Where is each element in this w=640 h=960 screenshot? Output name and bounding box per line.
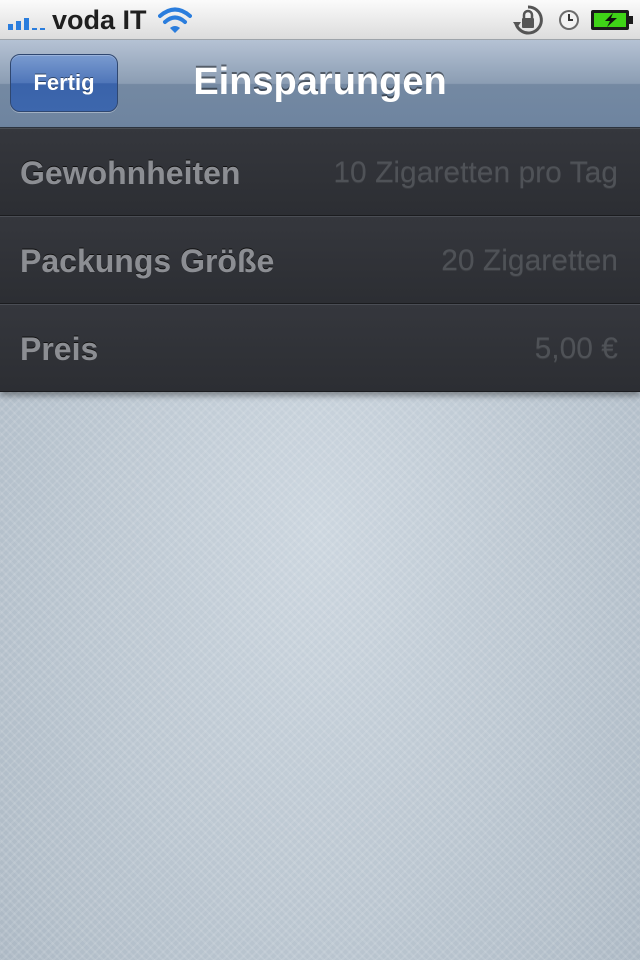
- settings-row-price[interactable]: Preis 5,00 €: [0, 304, 640, 392]
- navigation-bar: Fertig Einsparungen: [0, 40, 640, 128]
- row-label: Packungs Größe: [20, 243, 275, 279]
- settings-row-pack-size[interactable]: Packungs Größe 20 Zigaretten: [0, 216, 640, 304]
- row-value: 20 Zigaretten: [441, 244, 618, 277]
- status-bar: voda IT: [0, 0, 640, 40]
- row-value: 5,00 €: [534, 332, 618, 365]
- done-button[interactable]: Fertig: [10, 54, 118, 112]
- page-title: Einsparungen: [193, 61, 447, 103]
- row-label: Preis: [20, 331, 99, 367]
- battery-charging-icon: [591, 10, 633, 30]
- signal-strength-icon: [8, 14, 48, 30]
- wifi-icon: [158, 7, 192, 33]
- settings-table: Gewohnheiten 10 Zigaretten pro Tag Packu…: [0, 128, 640, 392]
- settings-row-habits[interactable]: Gewohnheiten 10 Zigaretten pro Tag: [0, 128, 640, 216]
- alarm-clock-icon: [559, 10, 579, 30]
- rotation-lock-icon: [513, 5, 543, 35]
- carrier-name: voda IT: [52, 5, 147, 35]
- row-label: Gewohnheiten: [20, 155, 241, 191]
- row-value: 10 Zigaretten pro Tag: [333, 156, 618, 189]
